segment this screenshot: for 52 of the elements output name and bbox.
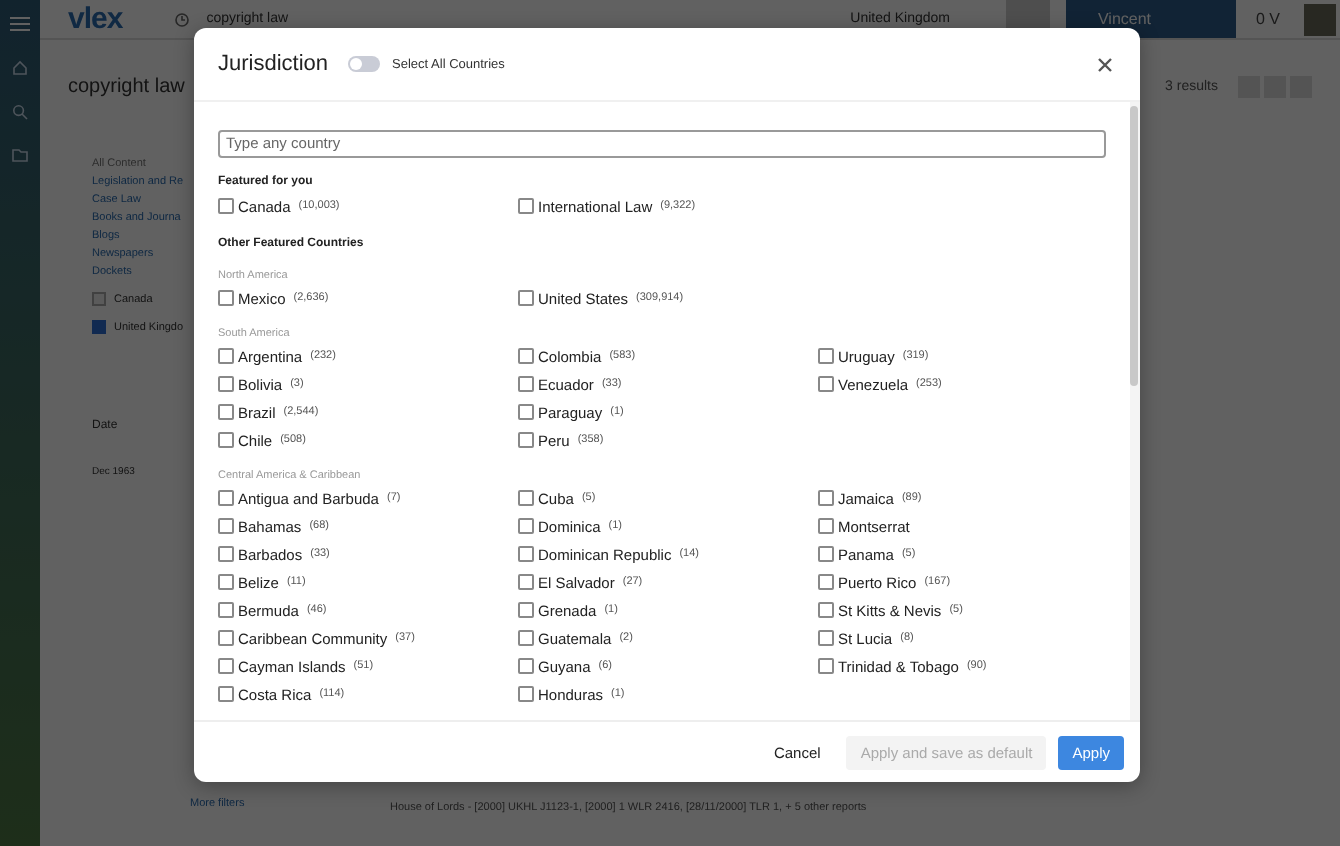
checkbox[interactable] (218, 290, 234, 306)
checkbox[interactable] (818, 546, 834, 562)
checkbox[interactable] (518, 198, 534, 214)
checkbox[interactable] (218, 658, 234, 674)
dialog-title: Jurisdiction (218, 52, 329, 76)
checkbox[interactable] (818, 518, 834, 534)
folder-icon[interactable] (12, 148, 28, 162)
checkbox[interactable] (518, 658, 534, 674)
checkbox[interactable] (218, 348, 234, 364)
checkbox[interactable] (518, 348, 534, 364)
logo[interactable]: vlex (68, 2, 123, 36)
checkbox[interactable] (218, 686, 234, 702)
checkbox[interactable] (518, 602, 534, 618)
scrollbar[interactable] (1130, 102, 1140, 720)
search-icon[interactable] (12, 104, 28, 120)
checkbox[interactable] (818, 376, 834, 392)
toggle-switch[interactable] (348, 56, 381, 72)
checkbox[interactable] (518, 432, 534, 448)
checkbox[interactable] (218, 376, 234, 392)
checkbox[interactable] (818, 658, 834, 674)
menu-icon[interactable] (10, 16, 30, 32)
checkbox[interactable] (518, 546, 534, 562)
checkbox[interactable] (92, 320, 106, 334)
checkbox[interactable] (518, 490, 534, 506)
checkbox[interactable] (218, 602, 234, 618)
checkbox[interactable] (518, 518, 534, 534)
checkbox[interactable] (818, 574, 834, 590)
checkbox[interactable] (818, 348, 834, 364)
checkbox[interactable] (818, 630, 834, 646)
checkbox[interactable] (218, 198, 234, 214)
checkbox[interactable] (218, 518, 234, 534)
close-icon[interactable] (1098, 57, 1112, 71)
checkbox[interactable] (218, 490, 234, 506)
checkbox[interactable] (518, 376, 534, 392)
checkbox[interactable] (518, 630, 534, 646)
checkbox[interactable] (518, 290, 534, 306)
checkbox[interactable] (818, 602, 834, 618)
checkbox[interactable] (518, 686, 534, 702)
checkbox[interactable] (518, 404, 534, 420)
checkbox[interactable] (818, 490, 834, 506)
checkbox[interactable] (218, 630, 234, 646)
avatar[interactable] (1304, 3, 1336, 35)
checkbox[interactable] (218, 574, 234, 590)
history-icon[interactable] (174, 11, 191, 27)
credits-label: 0 V (1255, 10, 1280, 28)
home-icon[interactable] (12, 60, 28, 76)
checkbox[interactable] (218, 404, 234, 420)
page-title: copyright law (68, 76, 185, 98)
checkbox[interactable] (218, 546, 234, 562)
checkbox[interactable] (92, 292, 106, 306)
checkbox[interactable] (218, 432, 234, 448)
checkbox[interactable] (518, 574, 534, 590)
